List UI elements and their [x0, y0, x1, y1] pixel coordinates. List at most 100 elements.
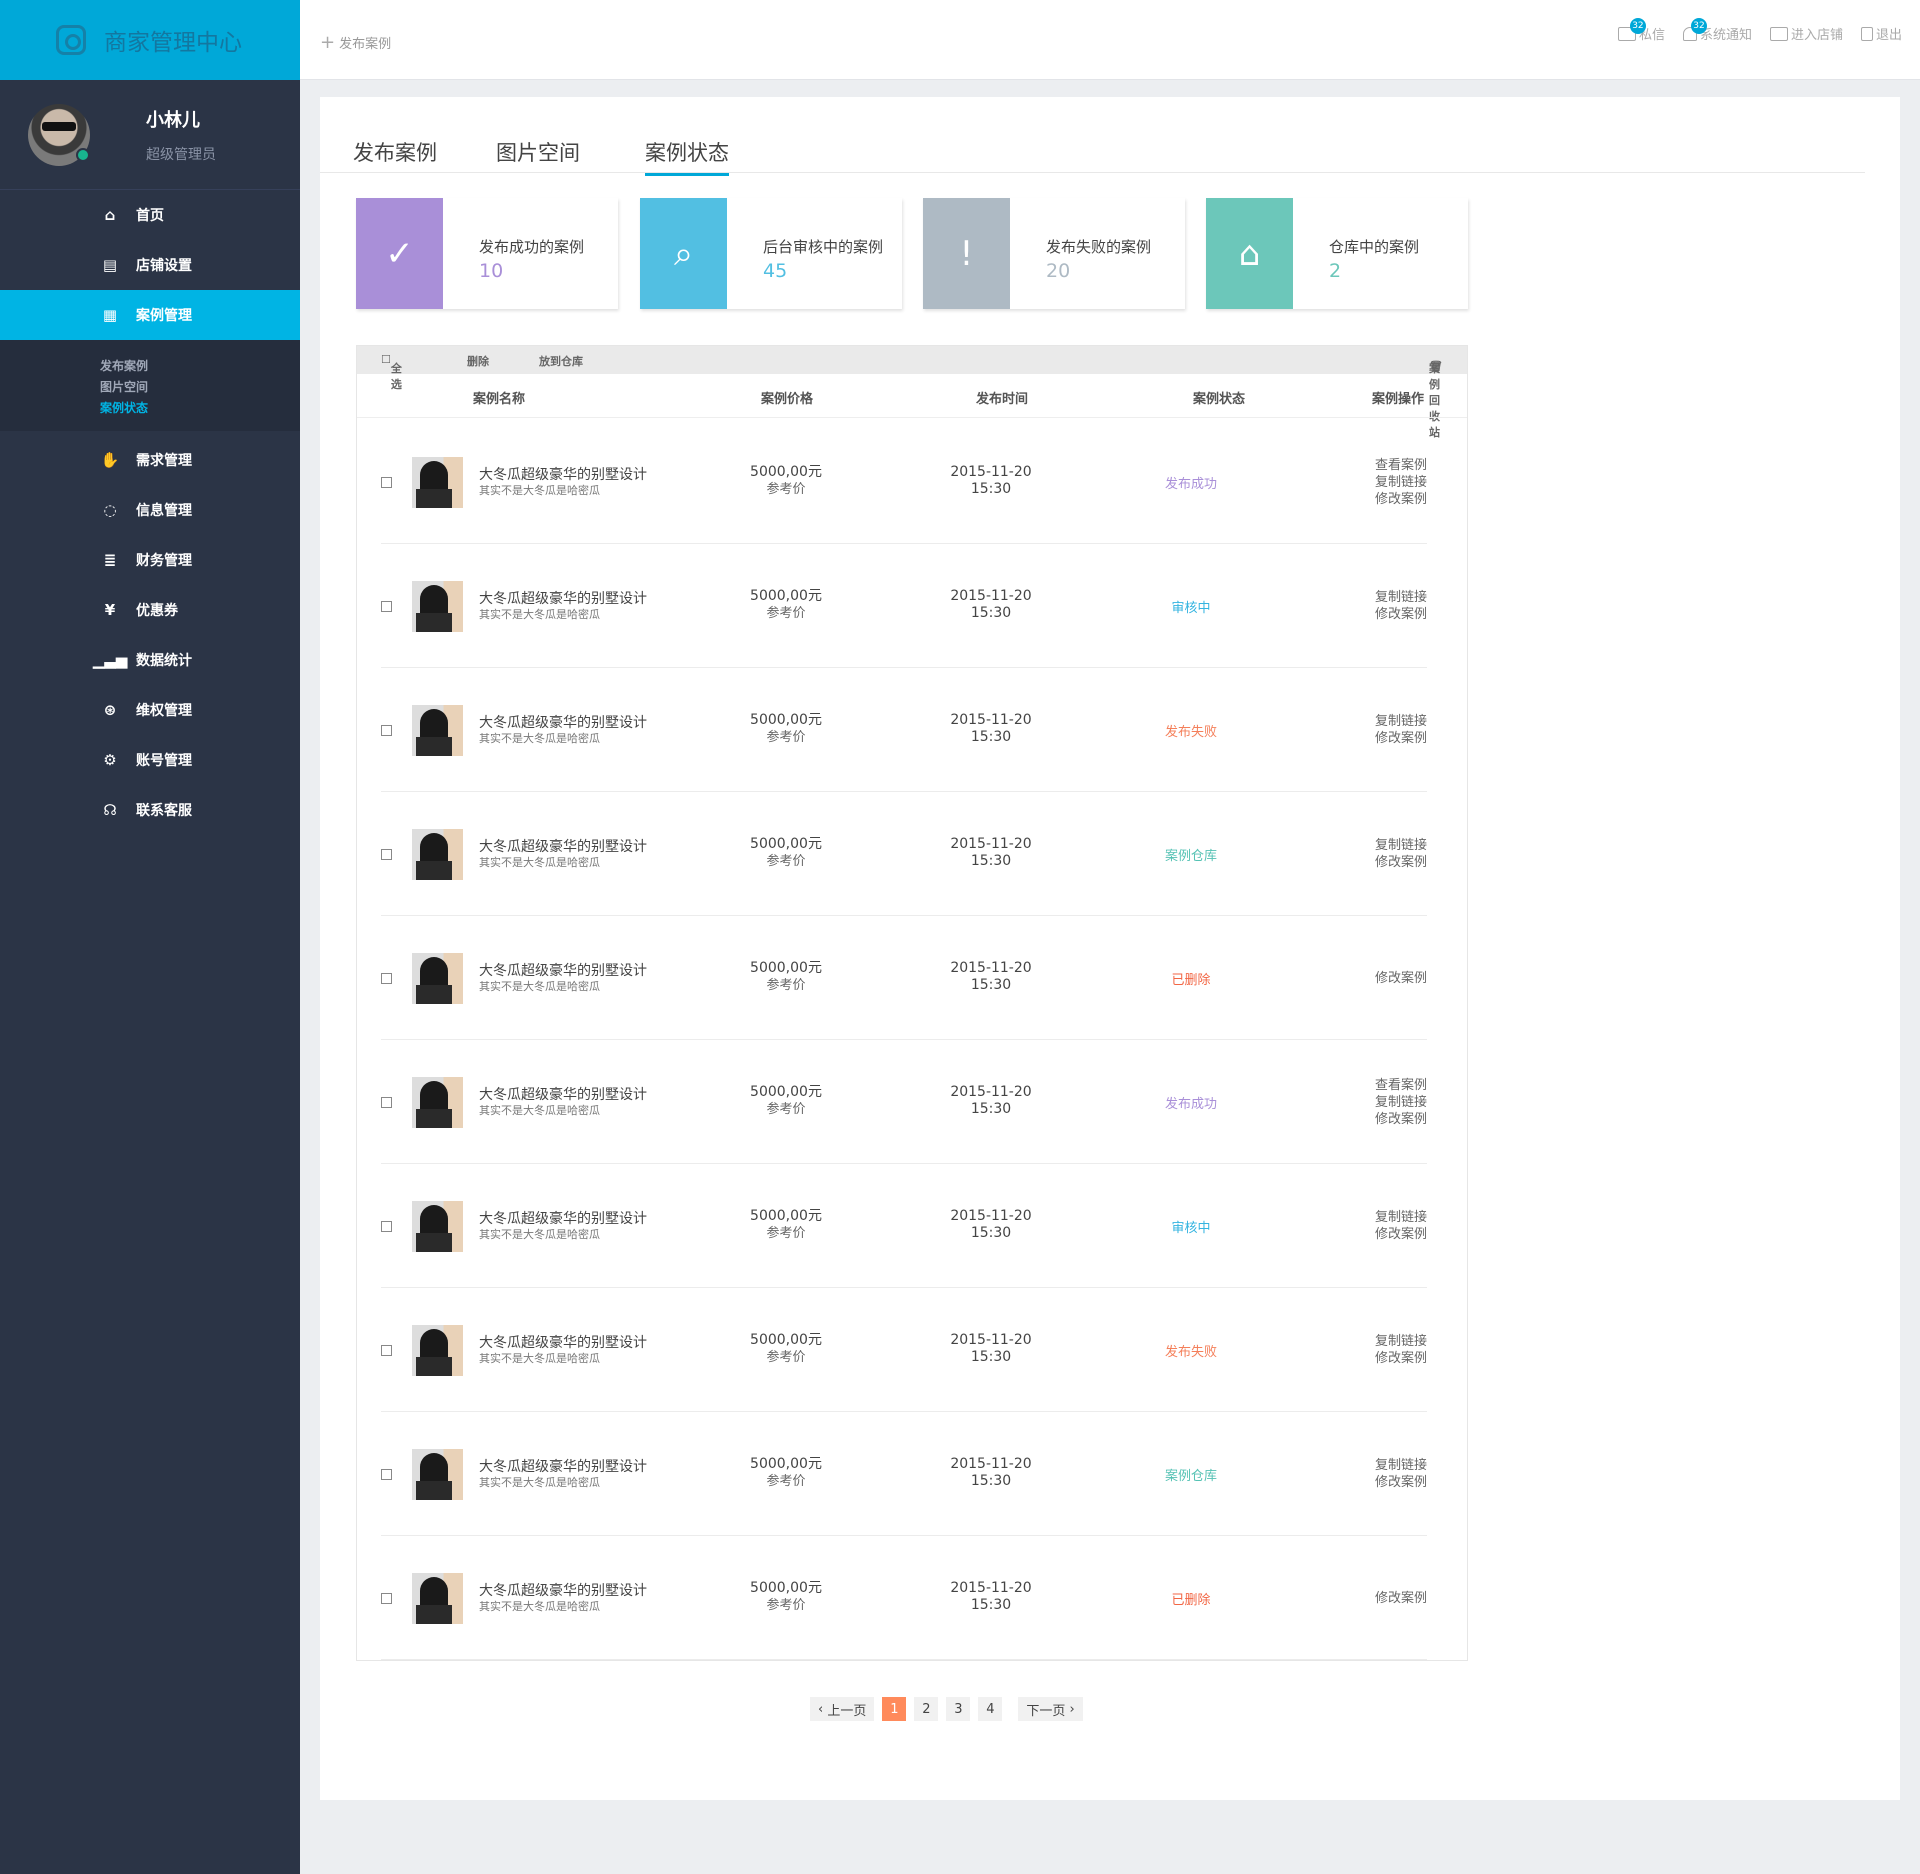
- case-name[interactable]: 大冬瓜超级豪华的别墅设计: [479, 1580, 647, 1600]
- price-value: 5000,00元: [750, 960, 822, 976]
- row-op-link[interactable]: 复制链接: [1347, 837, 1427, 854]
- sidebar-item-rights[interactable]: ⊛ 维权管理: [0, 685, 300, 735]
- price-value: 5000,00元: [750, 836, 822, 852]
- row-checkbox[interactable]: [381, 973, 392, 984]
- status-label: 发布失败: [1164, 1345, 1217, 1360]
- row-op-link[interactable]: 修改案例: [1347, 1350, 1427, 1367]
- row-op-link[interactable]: 修改案例: [1347, 606, 1427, 623]
- stat-card[interactable]: ! 发布失败的案例 20: [923, 198, 1185, 309]
- logout-link[interactable]: 退出: [1860, 24, 1902, 43]
- row-checkbox[interactable]: [381, 1221, 392, 1232]
- case-name[interactable]: 大冬瓜超级豪华的别墅设计: [479, 960, 647, 980]
- time-date: 2015-11-20: [950, 836, 1032, 852]
- case-price: 5000,00元 参考价: [741, 1084, 831, 1118]
- row-checkbox[interactable]: [381, 477, 392, 488]
- sidebar-item-service[interactable]: ☊ 联系客服: [0, 785, 300, 835]
- tab-images[interactable]: 图片空间: [496, 137, 580, 173]
- subnav-publish[interactable]: 发布案例: [100, 356, 300, 377]
- delete-button[interactable]: 删除: [467, 353, 489, 369]
- row-op-link[interactable]: 修改案例: [1347, 1111, 1427, 1128]
- page-number[interactable]: 4: [978, 1697, 1003, 1721]
- row-op-link[interactable]: 修改案例: [1347, 1590, 1427, 1607]
- case-thumbnail[interactable]: [412, 1077, 463, 1128]
- case-thumbnail[interactable]: [412, 457, 463, 508]
- row-op-link[interactable]: 复制链接: [1347, 1094, 1427, 1111]
- tab-publish[interactable]: 发布案例: [353, 137, 437, 173]
- sidebar-item-demand[interactable]: ✋ 需求管理: [0, 435, 300, 485]
- row-ops: 复制链接 修改案例: [1347, 1457, 1427, 1491]
- sidebar-item-label: 首页: [136, 208, 164, 224]
- case-thumbnail[interactable]: [412, 581, 463, 632]
- sidebar-item-stats[interactable]: ▁▃▅ 数据统计: [0, 635, 300, 685]
- sidebar-item-shop[interactable]: ▤ 店铺设置: [0, 240, 300, 290]
- case-thumbnail[interactable]: [412, 705, 463, 756]
- row-op-link[interactable]: 复制链接: [1347, 589, 1427, 606]
- coupon-icon: ¥: [104, 601, 116, 619]
- sidebar-item-account[interactable]: ⚙ 账号管理: [0, 735, 300, 785]
- row-checkbox[interactable]: [381, 1593, 392, 1604]
- time-date: 2015-11-20: [950, 712, 1032, 728]
- page-number[interactable]: 1: [882, 1697, 907, 1721]
- case-thumbnail[interactable]: [412, 829, 463, 880]
- row-op-link[interactable]: 查看案例: [1347, 1077, 1427, 1094]
- case-thumbnail[interactable]: [412, 1449, 463, 1500]
- page-number[interactable]: 2: [914, 1697, 939, 1721]
- row-op-link[interactable]: 复制链接: [1347, 1457, 1427, 1474]
- row-ops: 复制链接 修改案例: [1347, 1333, 1427, 1367]
- case-thumbnail[interactable]: [412, 1573, 463, 1624]
- row-ops: 复制链接 修改案例: [1347, 589, 1427, 623]
- case-name[interactable]: 大冬瓜超级豪华的别墅设计: [479, 1332, 647, 1352]
- sidebar-item-message[interactable]: ◌ 信息管理: [0, 485, 300, 535]
- row-op-link[interactable]: 查看案例: [1347, 457, 1427, 474]
- row-checkbox[interactable]: [381, 725, 392, 736]
- stat-card[interactable]: ✓ 发布成功的案例 10: [356, 198, 618, 309]
- case-name[interactable]: 大冬瓜超级豪华的别墅设计: [479, 1208, 647, 1228]
- row-op-link[interactable]: 复制链接: [1347, 474, 1427, 491]
- sidebar-item-home[interactable]: ⌂ 首页: [0, 190, 300, 240]
- enter-shop-link[interactable]: 进入店铺: [1769, 24, 1843, 43]
- row-op-link[interactable]: 修改案例: [1347, 970, 1427, 987]
- stat-card[interactable]: ⌂ 仓库中的案例 2: [1206, 198, 1468, 309]
- select-all-button[interactable]: ☐ 全选: [381, 353, 402, 391]
- sidebar-item-coupon[interactable]: ¥ 优惠券: [0, 585, 300, 635]
- sidebar-item-cases[interactable]: ▦ 案例管理: [0, 290, 300, 340]
- row-op-link[interactable]: 修改案例: [1347, 854, 1427, 871]
- case-name[interactable]: 大冬瓜超级豪华的别墅设计: [479, 588, 647, 608]
- row-op-link[interactable]: 修改案例: [1347, 730, 1427, 747]
- case-thumbnail[interactable]: [412, 1325, 463, 1376]
- tab-status[interactable]: 案例状态: [645, 137, 729, 176]
- row-checkbox[interactable]: [381, 849, 392, 860]
- next-page-button[interactable]: 下一页 ›: [1018, 1697, 1083, 1721]
- to-warehouse-button[interactable]: 放到仓库: [539, 353, 583, 369]
- row-op-link[interactable]: 复制链接: [1347, 1209, 1427, 1226]
- page-number[interactable]: 3: [946, 1697, 971, 1721]
- row-op-link[interactable]: 修改案例: [1347, 491, 1427, 508]
- row-op-link[interactable]: 复制链接: [1347, 713, 1427, 730]
- case-name[interactable]: 大冬瓜超级豪华的别墅设计: [479, 712, 647, 732]
- row-checkbox[interactable]: [381, 1097, 392, 1108]
- notice-link[interactable]: 32 系统通知: [1682, 18, 1752, 43]
- hand-icon: ✋: [100, 451, 120, 469]
- case-thumbnail[interactable]: [412, 1201, 463, 1252]
- subnav-images[interactable]: 图片空间: [100, 377, 300, 398]
- case-name[interactable]: 大冬瓜超级豪华的别墅设计: [479, 836, 647, 856]
- stat-card[interactable]: ⌕ 后台审核中的案例 45: [640, 198, 902, 309]
- mail-link[interactable]: 32 私信: [1617, 18, 1665, 43]
- sidebar-item-finance[interactable]: ≣ 财务管理: [0, 535, 300, 585]
- row-checkbox[interactable]: [381, 1469, 392, 1480]
- prev-page-button[interactable]: ‹ 上一页: [810, 1697, 875, 1721]
- warehouse-icon: ⌂: [1206, 198, 1293, 309]
- subnav-status[interactable]: 案例状态: [100, 398, 300, 419]
- case-name[interactable]: 大冬瓜超级豪华的别墅设计: [479, 464, 647, 484]
- avatar[interactable]: [28, 103, 90, 166]
- case-name[interactable]: 大冬瓜超级豪华的别墅设计: [479, 1084, 647, 1104]
- publish-case-link[interactable]: + 发布案例: [320, 32, 391, 53]
- row-checkbox[interactable]: [381, 1345, 392, 1356]
- case-name[interactable]: 大冬瓜超级豪华的别墅设计: [479, 1456, 647, 1476]
- row-op-link[interactable]: 修改案例: [1347, 1474, 1427, 1491]
- row-checkbox[interactable]: [381, 601, 392, 612]
- row-op-link[interactable]: 复制链接: [1347, 1333, 1427, 1350]
- case-thumbnail[interactable]: [412, 953, 463, 1004]
- row-op-link[interactable]: 修改案例: [1347, 1226, 1427, 1243]
- time-clock: 15:30: [970, 1597, 1012, 1613]
